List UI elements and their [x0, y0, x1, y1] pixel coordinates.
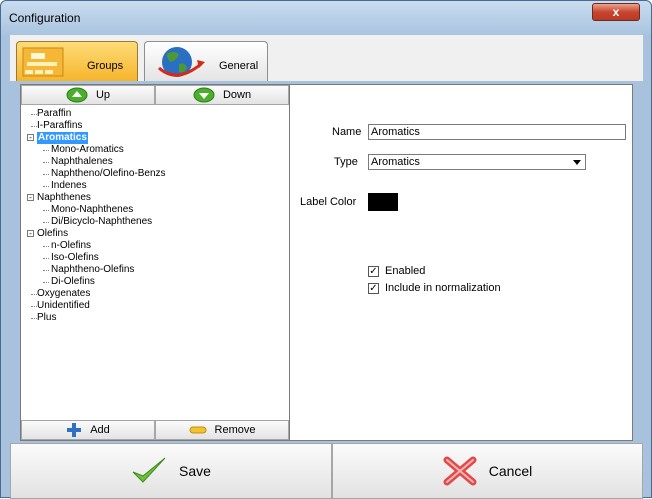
configuration-window: Configuration x Groups General Up Down P… — [0, 0, 652, 499]
tree-item-oxygenates[interactable]: Oxygenates — [25, 288, 287, 300]
tree-item-label: Naphtheno/Olefino-Benzs — [51, 168, 166, 179]
group-tree-panel: Up Down Paraffin I-Paraffins -Aromatics — [20, 84, 290, 441]
tree-item-indenes[interactable]: Indenes — [25, 180, 287, 192]
tree-item-label: Mono-Naphthenes — [51, 204, 134, 215]
tree-item-plus[interactable]: Plus — [25, 312, 287, 324]
tree-item-naphthalenes[interactable]: Naphthalenes — [25, 156, 287, 168]
cancel-x-icon — [443, 456, 477, 486]
name-label: Name — [332, 126, 362, 138]
collapse-icon[interactable]: - — [27, 230, 34, 238]
plus-icon — [67, 423, 82, 437]
dialog-actions: Save Cancel — [10, 443, 643, 499]
tree-item-naphthenes[interactable]: - Naphthenes — [25, 192, 287, 204]
collapse-icon[interactable]: - — [27, 194, 34, 202]
collapse-icon[interactable]: - — [27, 134, 34, 142]
close-icon: x — [612, 5, 620, 19]
tree-item-label: Iso-Olefins — [51, 252, 99, 263]
groups-panel: Up Down Paraffin I-Paraffins -Aromatics — [10, 81, 643, 443]
tree-item-label: Di-Olefins — [51, 276, 95, 287]
tree-item-n-olefins[interactable]: n-Olefins — [25, 240, 287, 252]
tree-item-mono-naphthenes[interactable]: Mono-Naphthenes — [25, 204, 287, 216]
arrow-down-icon — [193, 87, 215, 103]
tree-item-label: Di/Bicyclo-Naphthenes — [51, 216, 153, 227]
tab-bar: Groups General — [10, 35, 643, 81]
tree-item-naphtheno-olefins[interactable]: Naphtheno-Olefins — [25, 264, 287, 276]
cancel-button[interactable]: Cancel — [332, 443, 643, 499]
title-bar[interactable]: Configuration x — [1, 1, 651, 35]
tab-general-label: General — [219, 60, 259, 72]
groups-icon — [22, 47, 64, 77]
close-button[interactable]: x — [592, 3, 640, 21]
type-dropdown[interactable]: Aromatics — [368, 154, 586, 170]
down-button-label: Down — [222, 89, 252, 101]
tree-item-i-paraffins[interactable]: I-Paraffins — [25, 120, 287, 132]
normalization-checkbox[interactable]: ✓ — [368, 283, 379, 294]
tree-item-iso-olefins[interactable]: Iso-Olefins — [25, 252, 287, 264]
tree-item-olefins[interactable]: - Olefins — [25, 228, 287, 240]
tab-general[interactable]: General — [144, 41, 268, 81]
tree-item-label: Oxygenates — [37, 288, 91, 299]
type-label: Type — [334, 156, 358, 168]
tree-item-label: Naphtheno-Olefins — [51, 264, 135, 275]
enabled-label: Enabled — [385, 265, 426, 277]
tree-toolbar: Up Down — [21, 85, 289, 105]
enabled-checkbox[interactable]: ✓ — [368, 266, 379, 277]
up-button[interactable]: Up — [21, 85, 155, 105]
tree-item-label: Paraffin — [37, 108, 72, 119]
tree-actions: Add Remove — [21, 420, 289, 440]
remove-button-label: Remove — [214, 424, 256, 436]
remove-button[interactable]: Remove — [155, 420, 289, 440]
tree-item-label: Plus — [37, 312, 57, 323]
type-dropdown-value: Aromatics — [371, 156, 420, 168]
tree-item-label: Mono-Aromatics — [51, 144, 124, 155]
tree-item-label: Indenes — [51, 180, 87, 191]
tree-item-aromatics[interactable]: - Aromatics — [25, 132, 287, 144]
checkmark-icon — [132, 457, 166, 483]
tree-item-label: Aromatics — [37, 132, 88, 144]
window-title: Configuration — [9, 11, 81, 25]
tree-item-unidentified[interactable]: Unidentified — [25, 300, 287, 312]
tree-item-label: n-Olefins — [51, 240, 92, 251]
up-button-label: Up — [95, 89, 111, 101]
tree-item-label: Unidentified — [37, 300, 90, 311]
tab-groups-label: Groups — [87, 60, 124, 72]
dialog-content: Groups General Up Down Paraffin I-Paraff… — [10, 35, 643, 499]
normalization-label: Include in normalization — [385, 282, 501, 294]
tree-item-label: Olefins — [37, 228, 69, 239]
down-button[interactable]: Down — [155, 85, 289, 105]
name-field-value: Aromatics — [371, 126, 420, 138]
name-field[interactable]: Aromatics — [368, 124, 626, 140]
save-button-label: Save — [179, 463, 211, 479]
globe-icon — [158, 47, 205, 77]
tree-item-di-bicyclo-naphthenes[interactable]: Di/Bicyclo-Naphthenes — [25, 216, 287, 228]
add-button-label: Add — [90, 424, 110, 436]
label-color-swatch[interactable] — [368, 193, 398, 211]
arrow-up-icon — [66, 87, 88, 103]
tree-item-paraffin[interactable]: Paraffin — [25, 108, 287, 120]
minus-icon — [189, 426, 207, 434]
group-details-panel: Name Aromatics Type Aromatics Label Colo… — [289, 84, 633, 441]
tree-item-label: I-Paraffins — [37, 120, 83, 131]
add-button[interactable]: Add — [21, 420, 155, 440]
group-tree: Paraffin I-Paraffins - Aromatics Mono-Aro… — [25, 108, 287, 324]
tree-item-label: Naphthenes — [37, 192, 91, 203]
tree-item-mono-aromatics[interactable]: Mono-Aromatics — [25, 144, 287, 156]
tree-item-naphtheno-olefino-benzs[interactable]: Naphtheno/Olefino-Benzs — [25, 168, 287, 180]
cancel-button-label: Cancel — [488, 463, 533, 479]
save-button[interactable]: Save — [10, 443, 332, 499]
tree-item-label: Naphthalenes — [51, 156, 113, 167]
chevron-down-icon[interactable] — [570, 156, 584, 168]
label-color-label: Label Color — [300, 196, 357, 208]
tab-groups[interactable]: Groups — [16, 41, 138, 81]
tree-item-di-olefins[interactable]: Di-Olefins — [25, 276, 287, 288]
